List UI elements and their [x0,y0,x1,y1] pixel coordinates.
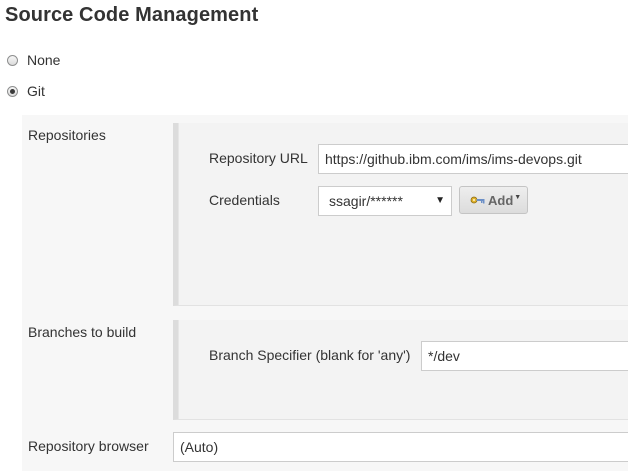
repository-browser-select[interactable]: (Auto) [173,432,628,462]
caret-down-icon: ▼ [514,193,522,201]
radio-none[interactable] [7,54,18,66]
chevron-down-icon: ▼ [435,195,445,206]
scm-option-git[interactable]: Git [7,83,45,99]
credentials-value: ssagir/****** [329,193,403,209]
repository-url-label: Repository URL [209,150,308,166]
credentials-label: Credentials [209,192,280,208]
repository-url-input[interactable]: https://github.ibm.com/ims/ims-devops.gi… [318,144,628,174]
credentials-select[interactable]: ssagir/****** ▼ [318,186,452,216]
radio-git[interactable] [7,85,18,97]
scm-option-none[interactable]: None [7,52,60,68]
radio-label-git: Git [27,83,45,99]
page-title: Source Code Management [5,4,259,26]
key-icon [470,196,485,204]
branch-specifier-input[interactable]: */dev [421,341,628,371]
add-credentials-button[interactable]: Add ▼ [459,186,529,214]
branch-specifier-label: Branch Specifier (blank for 'any') [209,347,411,363]
radio-label-none: None [27,52,61,68]
repository-browser-label: Repository browser [28,438,149,454]
add-button-label: Add [488,192,514,208]
repositories-label: Repositories [28,127,106,143]
branches-label: Branches to build [28,324,137,340]
